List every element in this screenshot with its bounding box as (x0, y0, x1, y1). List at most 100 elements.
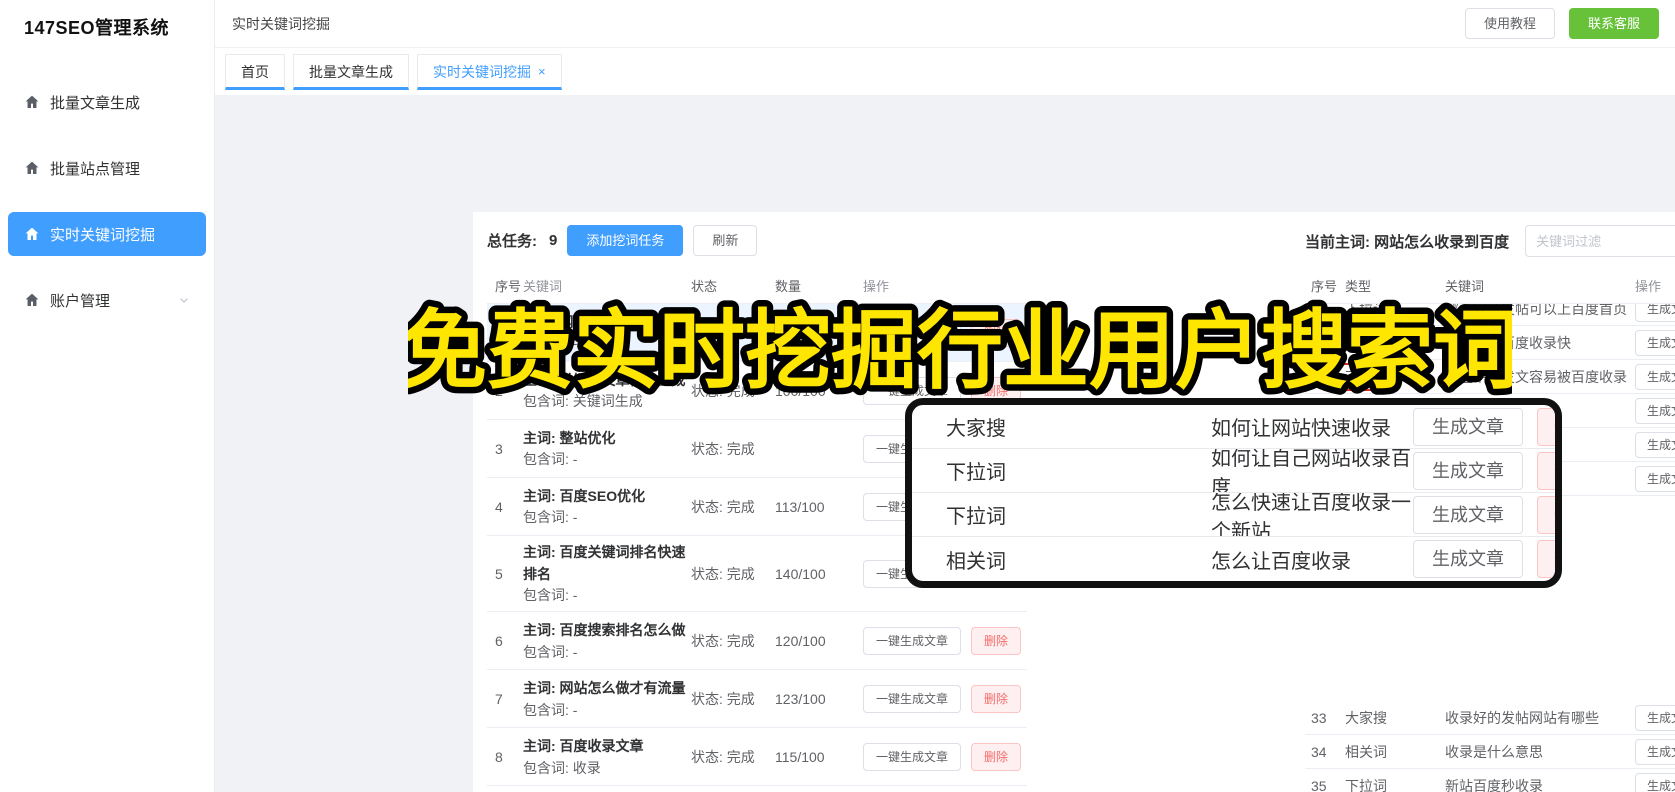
row-no: 1 (495, 324, 503, 341)
row-count: 140/100 (775, 565, 826, 582)
delete-button[interactable]: 删除 (971, 626, 1022, 655)
col-keyword: 关键词 (1445, 279, 1485, 294)
tutorial-button[interactable]: 使用教程 (1464, 8, 1555, 39)
tab-keyword-mining[interactable]: 实时关键词挖掘 × (417, 53, 562, 90)
col-count: 数量 (775, 279, 802, 294)
generate-article-button[interactable]: 一键生成文章 (863, 684, 962, 713)
delete-button[interactable]: 删除 (971, 684, 1022, 713)
row-keyword: 怎么快速让百度收录一个新站 (1211, 493, 1411, 537)
generate-article-button[interactable]: 生成文章 (1635, 397, 1675, 424)
delete-button[interactable]: 删除 (971, 742, 1022, 771)
table-row[interactable]: 22 下拉词 哪个网站百度收录快 生成文章删除 (1305, 326, 1675, 360)
row-keyword: 收录是什么意思 (1445, 743, 1543, 760)
generate-article-button[interactable]: 生成文章 (1635, 304, 1675, 322)
sidebar-item-label: 批量文章生成 (50, 94, 141, 112)
row-include-words: 包含词: - (523, 451, 578, 468)
row-no: 7 (495, 690, 503, 707)
generate-article-button[interactable]: 生成文章 (1635, 329, 1675, 356)
refresh-button[interactable]: 刷新 (693, 225, 758, 256)
tasks-header: 总任务: 9 添加挖词任务 刷新 (487, 225, 758, 256)
generate-article-button[interactable]: 生成文章 (1413, 540, 1523, 578)
generate-article-button[interactable]: 生成文章 (1413, 407, 1523, 446)
generate-article-button[interactable]: 生成文章 (1413, 451, 1523, 490)
delete-button[interactable]: 删除 (971, 318, 1022, 347)
row-no: 33 (1311, 709, 1327, 726)
sidebar-item-label: 账户管理 (50, 292, 111, 310)
tasks-total-count: 9 (549, 232, 558, 249)
sidebar-item-label: 实时关键词挖掘 (50, 226, 156, 244)
home-icon (24, 226, 40, 242)
row-keyword: 怎么让百度收录 (1211, 550, 1351, 573)
tasks-total-label: 总任务: (487, 233, 537, 250)
contact-support-button[interactable]: 联系客服 (1568, 8, 1659, 39)
row-keyword: 新站百度秒收录 (1445, 777, 1543, 792)
row-keyword: 如何让网站快速收录 (1211, 418, 1391, 440)
generate-article-button[interactable]: 生成文章 (1635, 363, 1675, 390)
tab-batch-article[interactable]: 批量文章生成 (293, 53, 409, 90)
add-mining-task-button[interactable]: 添加挖词任务 (567, 225, 684, 256)
row-keyword: 收录好的发帖网站有哪些 (1445, 709, 1599, 726)
row-type: 相关词 (946, 550, 1006, 573)
row-no: 8 (495, 748, 503, 765)
delete-button[interactable]: 删除 (1537, 495, 1555, 534)
table-row[interactable]: 1 主词: 网站怎么收录到百度 包含词: - 状态: 完成 112/100 一键生… (487, 304, 1027, 362)
row-no: 4 (495, 498, 503, 515)
table-row[interactable]: 33 大家搜 收录好的发帖网站有哪些 生成文章删除 (1305, 701, 1675, 735)
table-row[interactable]: 34 相关词 收录是什么意思 生成文章删除 (1305, 735, 1675, 769)
generate-article-button[interactable]: 一键生成文章 (863, 318, 962, 347)
row-type: 大家搜 (946, 418, 1006, 440)
row-main-keyword: 主词: 百度SEO优化 (523, 487, 646, 504)
table-row[interactable]: 7 主词: 网站怎么做才有流量 包含词: - 状态: 完成 123/100 一键生… (487, 670, 1027, 729)
table-row[interactable]: 8 主词: 百度收录文章 包含词: 收录 状态: 完成 115/100 一键生成文… (487, 728, 1027, 787)
table-row[interactable]: 6 主词: 百度搜索排名怎么做 包含词: - 状态: 完成 120/100 一键生… (487, 612, 1027, 671)
col-status: 状态 (691, 279, 718, 294)
col-keyword: 关键词 (523, 279, 563, 294)
row-main-keyword: 主词: 整站优化 (523, 429, 616, 446)
generate-article-button[interactable]: 生成文章 (1413, 495, 1523, 534)
sidebar-item-account[interactable]: 账户管理 (8, 278, 206, 322)
delete-button[interactable]: 删除 (1537, 540, 1555, 578)
row-type-highlighted: 下拉词 (1334, 362, 1398, 391)
generate-article-button[interactable]: 生成文章 (1635, 431, 1675, 458)
row-type: 大家搜 (1345, 709, 1387, 726)
row-keyword: 哪个网站发帖可以上百度首页 (1445, 304, 1627, 317)
row-include-words: 包含词: 关键词生成 (523, 393, 643, 410)
generate-article-button[interactable]: 一键生成文章 (863, 626, 962, 655)
row-no: 6 (495, 632, 503, 649)
keyword-filter-input[interactable] (1525, 225, 1675, 257)
sidebar-item-batch-site[interactable]: 批量站点管理 (8, 146, 206, 190)
tab-home[interactable]: 首页 (225, 53, 285, 90)
delete-button[interactable]: 删除 (1537, 451, 1555, 490)
col-action: 操作 (863, 279, 890, 294)
sidebar-item-keyword-mining[interactable]: 实时关键词挖掘 (8, 212, 206, 256)
callout-row: 下拉词 怎么快速让百度收录一个新站 生成文章 删除 (912, 493, 1555, 537)
row-status: 状态: 完成 (691, 382, 755, 399)
row-count: 120/100 (775, 632, 826, 649)
sidebar-item-label: 批量站点管理 (50, 160, 141, 178)
generate-article-button[interactable]: 生成文章 (1635, 465, 1675, 492)
table-row[interactable]: 23 下拉词 哪些平台发文容易被百度收录 生成文章删除 (1305, 360, 1675, 394)
row-status: 状态: 完成 (691, 324, 755, 341)
generate-article-button[interactable]: 生成文章 (1635, 738, 1675, 765)
callout-row: 下拉词 如何让自己网站收录百度 生成文章 删除 (912, 449, 1555, 493)
generate-article-button[interactable]: 生成文章 (1635, 704, 1675, 731)
row-main-keyword: 主词: 关键词文章自动生成 (523, 371, 686, 388)
row-include-words: 包含词: - (523, 335, 578, 352)
table-row[interactable]: 35 下拉词 新站百度秒收录 生成文章删除 (1305, 769, 1675, 792)
sidebar-item-batch-article[interactable]: 批量文章生成 (8, 80, 206, 124)
tab-label: 批量文章生成 (309, 63, 393, 80)
row-count: 113/100 (775, 498, 825, 515)
home-icon (24, 292, 40, 308)
home-icon (24, 94, 40, 110)
row-no: 3 (495, 440, 503, 457)
sidebar-menu: 批量文章生成 批量站点管理 实时关键词挖掘 账户管理 (0, 80, 214, 322)
row-include-words: 包含词: - (523, 643, 578, 660)
row-include-words: 包含词: 收录 (523, 759, 601, 776)
generate-article-button[interactable]: 一键生成文章 (863, 742, 962, 771)
generate-article-button[interactable]: 生成文章 (1635, 772, 1675, 792)
delete-button[interactable]: 删除 (1537, 407, 1555, 446)
row-type: 相关词 (1345, 743, 1387, 760)
table-row[interactable]: 21 下拉词 哪个网站发帖可以上百度首页 生成文章删除 (1305, 304, 1675, 326)
close-icon[interactable]: × (538, 64, 546, 79)
row-type: 下拉词 (1345, 304, 1387, 317)
